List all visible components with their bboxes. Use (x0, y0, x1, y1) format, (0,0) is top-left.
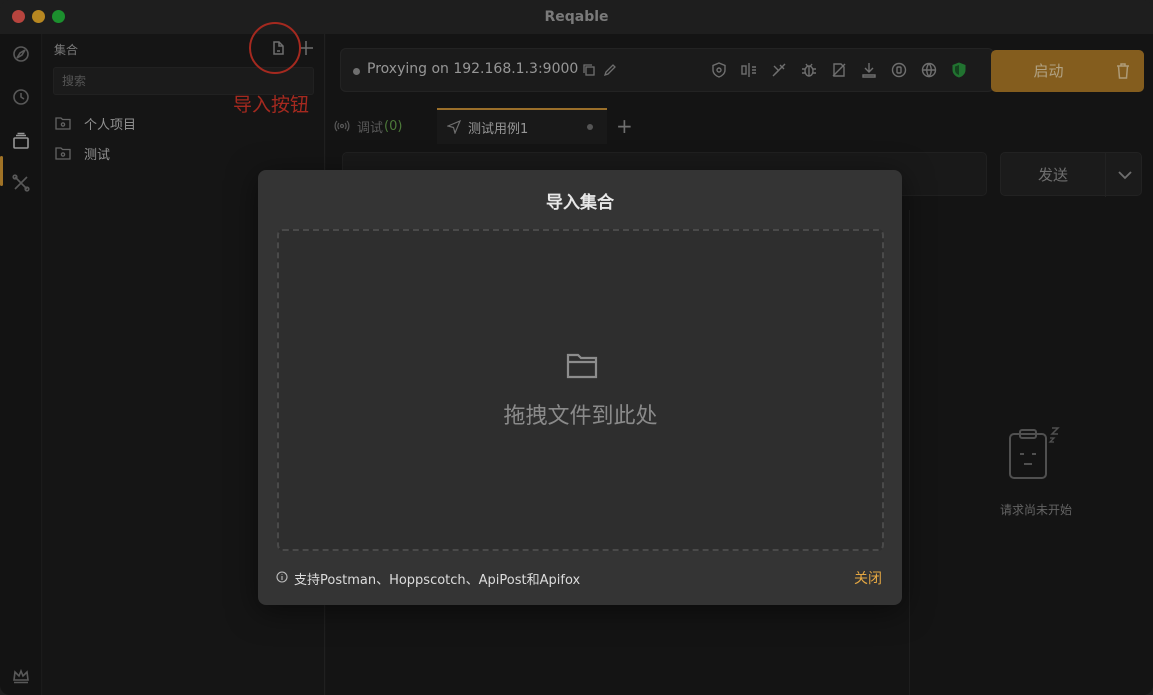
app-window: Reqable 集合 个人项目 测试 Proxying on 192.168.1… (0, 0, 1153, 695)
close-button[interactable]: 关闭 (854, 568, 882, 588)
info-icon (276, 571, 288, 583)
supported-formats-text: 支持Postman、Hoppscotch、ApiPost和Apifox (294, 573, 581, 588)
dialog-title: 导入集合 (546, 193, 614, 213)
folder-icon (566, 353, 598, 379)
import-collection-dialog: 导入集合 拖拽文件到此处 支持Postman、Hoppscotch、ApiPos… (258, 170, 902, 605)
file-drop-zone[interactable]: 拖拽文件到此处 (277, 229, 884, 551)
drop-hint-text: 拖拽文件到此处 (503, 404, 658, 429)
